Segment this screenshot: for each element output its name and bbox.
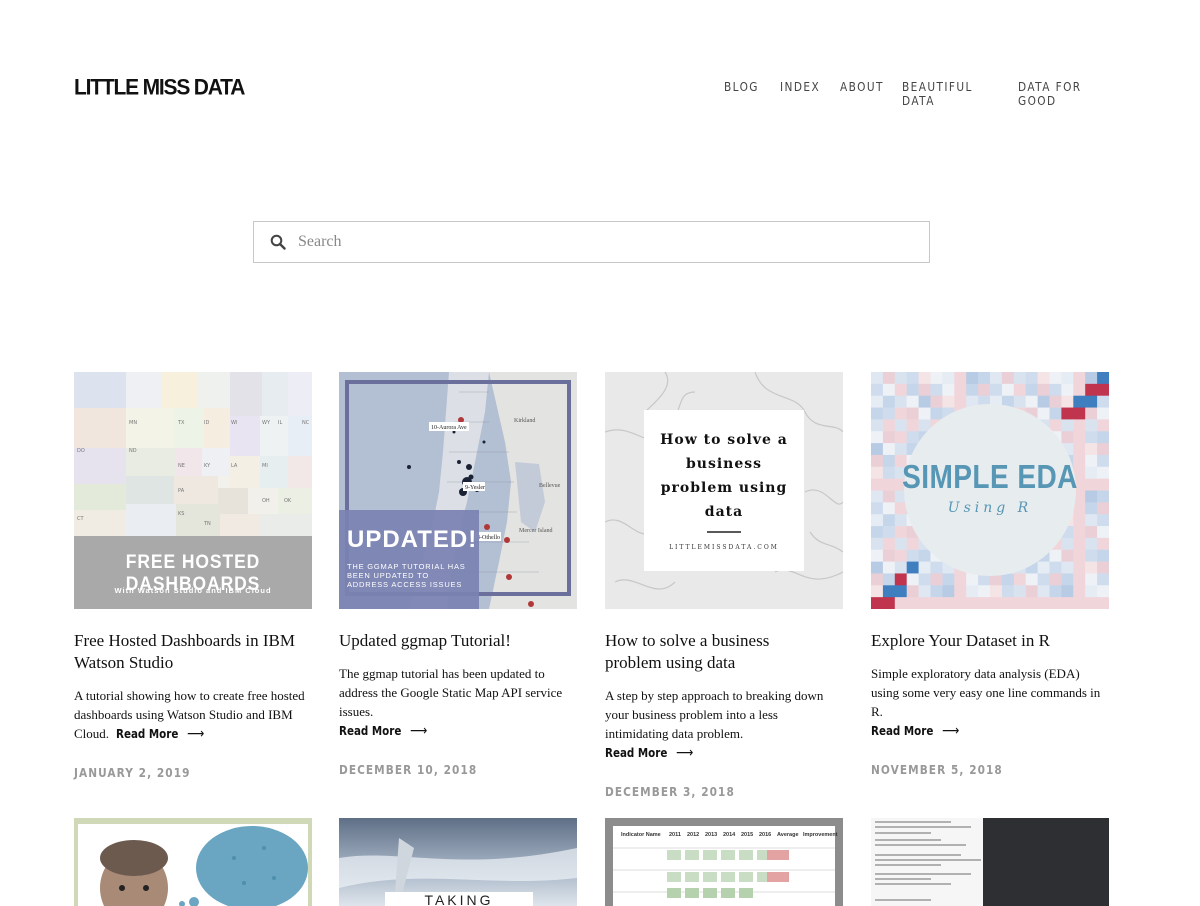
table-header: 2013 — [705, 832, 718, 838]
post-thumbnail[interactable]: How to solve a business problem using da… — [605, 372, 843, 609]
table-header: 2014 — [723, 832, 736, 838]
svg-text:WI: WI — [231, 420, 237, 426]
read-more-label: Read More — [116, 727, 179, 741]
arrow-right-icon: ⟶ — [409, 723, 428, 739]
svg-text:OK: OK — [284, 498, 292, 504]
post-excerpt: The ggmap tutorial has been updated to a… — [339, 664, 577, 741]
search-icon — [270, 234, 286, 250]
main-nav: BLOG INDEX ABOUT BEAUTIFUL DATA DATA FOR… — [724, 80, 1110, 108]
table-header: 2016 — [759, 832, 772, 838]
post-card: 10-Aurora Ave 9-Yesler 3-Othello Kirklan… — [339, 372, 577, 779]
table-header: 2011 — [669, 832, 681, 838]
svg-text:WY: WY — [262, 420, 271, 426]
table-header: Average — [777, 832, 799, 838]
nav-index[interactable]: INDEX — [780, 80, 819, 108]
table-header-row: Indicator Name 2011 2012 2013 2014 2015 … — [621, 832, 838, 838]
post-thumbnail[interactable] — [871, 818, 1109, 906]
svg-text:Mercer Island: Mercer Island — [519, 528, 552, 534]
post-title[interactable]: Explore Your Dataset in R — [871, 630, 1109, 652]
svg-text:Kirkland: Kirkland — [514, 418, 535, 424]
post-thumbnail[interactable]: Indicator Name 2011 2012 2013 2014 2015 … — [605, 818, 843, 906]
post-title[interactable]: Free Hosted Dashboards in IBM Watson Stu… — [74, 630, 304, 674]
post-thumbnail[interactable]: MN TX ID WI WY IL NC DO ND NE KY LA MI PA KS TN CT O… — [74, 372, 312, 609]
svg-text:ID: ID — [204, 420, 209, 426]
svg-text:PA: PA — [178, 488, 185, 494]
svg-text:TN: TN — [203, 521, 211, 527]
thumb-subtitle: With Watson Studio and IBM Cloud — [114, 586, 272, 595]
svg-text:KY: KY — [204, 463, 211, 469]
post-date: JANUARY 2, 2019 — [74, 766, 191, 780]
nav-data-for-good[interactable]: DATA FOR GOOD — [1018, 80, 1099, 108]
post-excerpt: A step by step approach to breaking down… — [605, 686, 843, 763]
post-title[interactable]: How to solve a business problem using da… — [605, 630, 825, 674]
search-box[interactable] — [253, 221, 930, 263]
search-input[interactable] — [296, 232, 900, 252]
nav-about[interactable]: ABOUT — [840, 80, 882, 108]
post-card: How to solve a business problem using da… — [605, 372, 843, 801]
read-more-label: Read More — [871, 724, 934, 738]
post-thumbnail[interactable]: 10-Aurora Ave 9-Yesler 3-Othello Kirklan… — [339, 372, 577, 609]
arrow-right-icon: ⟶ — [675, 745, 694, 761]
svg-text:10-Aurora Ave: 10-Aurora Ave — [431, 425, 467, 431]
post-title[interactable]: Updated ggmap Tutorial! — [339, 630, 577, 652]
arrow-right-icon: ⟶ — [187, 726, 205, 742]
read-more-link[interactable]: Read More ⟶ — [339, 722, 427, 741]
svg-text:MN: MN — [129, 420, 137, 426]
svg-text:IL: IL — [278, 420, 282, 426]
svg-text:ND: ND — [129, 448, 137, 454]
table-header: 2012 — [687, 832, 700, 838]
thumb-subtitle: Using R — [947, 500, 1033, 516]
post-excerpt-text: A step by step approach to breaking down… — [605, 688, 824, 741]
table-header: Improvement — [803, 832, 838, 838]
read-more-link[interactable]: Read More ⟶ — [871, 722, 959, 741]
svg-text:NE: NE — [178, 463, 185, 469]
site-logo[interactable]: LITTLE MISS DATA — [74, 75, 245, 100]
post-excerpt: Simple exploratory data analysis (EDA) u… — [871, 664, 1109, 741]
svg-text:NC: NC — [302, 420, 310, 426]
read-more-label: Read More — [605, 746, 668, 760]
post-date: DECEMBER 10, 2018 — [339, 763, 478, 777]
svg-text:9-Yesler: 9-Yesler — [465, 485, 485, 491]
svg-text:KS: KS — [178, 511, 184, 517]
svg-text:LA: LA — [231, 463, 238, 469]
post-excerpt: A tutorial showing how to create free ho… — [74, 686, 312, 744]
arrow-right-icon: ⟶ — [941, 723, 960, 739]
post-card: SIMPLE EDA Using R Explore Your Dataset … — [871, 372, 1109, 779]
svg-text:3-Othello: 3-Othello — [477, 535, 500, 541]
svg-text:DO: DO — [77, 448, 85, 454]
svg-text:OH: OH — [262, 498, 270, 504]
post-excerpt-text: The ggmap tutorial has been updated to a… — [339, 666, 563, 719]
svg-text:Bellevue: Bellevue — [539, 483, 561, 489]
svg-text:CT: CT — [77, 516, 84, 522]
thumb-subtitle: THE GGMAP TUTORIAL HAS BEEN UPDATED TO A… — [347, 562, 466, 589]
thumb-title: SIMPLE EDA — [902, 458, 1078, 495]
post-thumbnail[interactable]: SIMPLE EDA Using R — [871, 372, 1109, 609]
post-thumbnail[interactable]: TAKING — [339, 818, 577, 906]
read-more-label: Read More — [339, 724, 402, 738]
post-date: DECEMBER 3, 2018 — [605, 785, 735, 799]
thumb-title: How to solve a business problem using da… — [660, 432, 788, 520]
thumb-subtitle: LITTLEMISSDATA.COM — [669, 544, 779, 551]
post-thumbnail[interactable] — [74, 818, 312, 906]
read-more-link[interactable]: Read More ⟶ — [605, 744, 693, 763]
svg-text:TX: TX — [177, 420, 185, 426]
table-header: 2015 — [741, 832, 754, 838]
svg-text:MI: MI — [262, 463, 268, 469]
post-excerpt-text: Simple exploratory data analysis (EDA) u… — [871, 666, 1101, 719]
table-header: Indicator Name — [621, 832, 661, 838]
nav-blog[interactable]: BLOG — [724, 80, 757, 108]
post-card: MN TX ID WI WY IL NC DO ND NE KY LA MI PA KS TN CT O… — [74, 372, 312, 782]
thumb-title: UPDATED! — [347, 526, 478, 553]
read-more-link[interactable]: Read More ⟶ — [116, 725, 204, 744]
post-date: NOVEMBER 5, 2018 — [871, 763, 1003, 777]
thumb-title: TAKING — [424, 892, 494, 906]
nav-beautiful-data[interactable]: BEAUTIFUL DATA — [902, 80, 988, 108]
